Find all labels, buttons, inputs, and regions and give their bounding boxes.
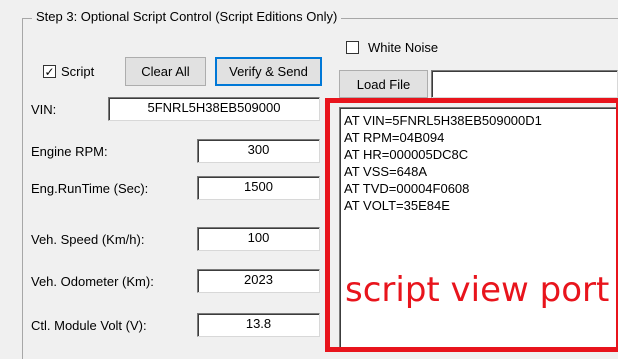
veh-odometer-input[interactable]: 2023 bbox=[197, 269, 320, 293]
white-noise-label[interactable]: White Noise bbox=[368, 40, 438, 55]
white-noise-checkbox[interactable] bbox=[346, 41, 359, 54]
engine-rpm-input[interactable]: 300 bbox=[197, 139, 320, 163]
vin-label: VIN: bbox=[31, 102, 57, 117]
engine-rpm-label: Engine RPM: bbox=[31, 144, 108, 159]
script-label[interactable]: Script bbox=[61, 64, 94, 79]
checkmark-icon: ✓ bbox=[44, 64, 55, 79]
annotation-label: script view port bbox=[345, 270, 610, 310]
load-file-button[interactable]: Load File bbox=[339, 70, 428, 98]
verify-send-button[interactable]: Verify & Send bbox=[215, 57, 322, 86]
veh-odometer-label: Veh. Odometer (Km): bbox=[31, 274, 154, 289]
eng-runtime-label: Eng.RunTime (Sec): bbox=[31, 181, 149, 196]
eng-runtime-input[interactable]: 1500 bbox=[197, 176, 320, 200]
veh-speed-input[interactable]: 100 bbox=[197, 227, 320, 251]
group-title: Step 3: Optional Script Control (Script … bbox=[32, 9, 342, 24]
clear-all-button[interactable]: Clear All bbox=[125, 57, 206, 86]
script-checkbox[interactable]: ✓ bbox=[43, 65, 56, 78]
veh-speed-label: Veh. Speed (Km/h): bbox=[31, 232, 145, 247]
vin-input[interactable]: 5FNRL5H38EB509000 bbox=[108, 97, 320, 121]
module-volt-input[interactable]: 13.8 bbox=[197, 313, 320, 337]
annotation-highlight-box bbox=[325, 98, 618, 352]
file-path-field[interactable] bbox=[431, 70, 618, 98]
module-volt-label: Ctl. Module Volt (V): bbox=[31, 318, 147, 333]
